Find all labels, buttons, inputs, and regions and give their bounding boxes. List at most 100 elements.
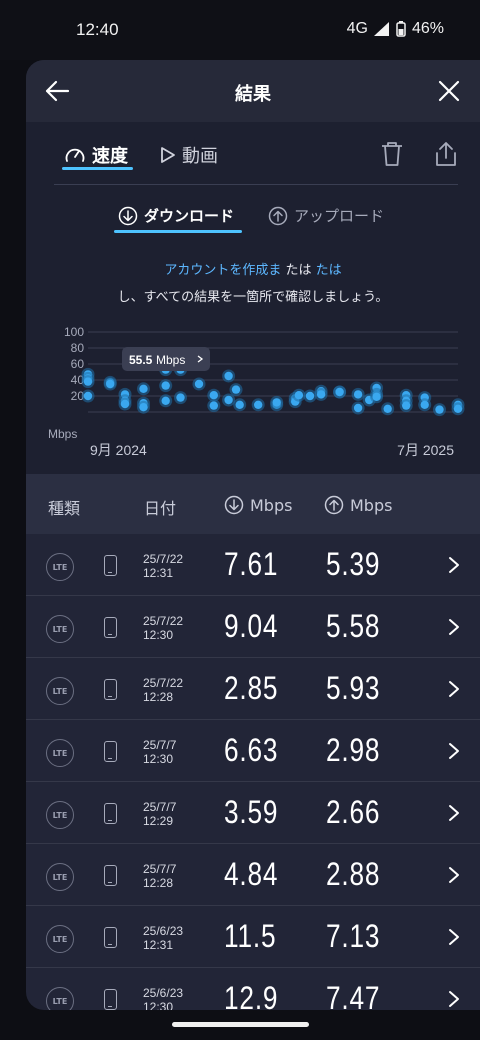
row-upload: 2.98 [326,732,381,768]
row-time: 12:30 [143,752,174,766]
data-point [235,400,244,409]
tooltip-unit: Mbps [156,353,185,367]
lte-badge: LTE [46,739,74,767]
col-type-header: 種類 [48,499,81,518]
speed-scatter-chart: 10080604020Mbps9月 2024 7月 202555.5 Mbps [48,325,465,458]
data-point [420,400,429,409]
results-sheet: 結果 速度 動画 ダウンロード アップロード アカウントを作成ま たは たは し… [26,60,480,1010]
phone-icon [104,555,117,576]
table-row[interactable]: LTE 25/7/22 12:30 9.04 5.58 [26,596,480,658]
data-point [353,390,363,399]
delete-button[interactable] [376,138,408,170]
data-point [106,379,115,389]
network-type: 4G [346,20,368,37]
tab-upload[interactable]: アップロード [268,205,384,226]
status-right: 4G 46% [347,20,444,38]
row-time: 12:28 [143,876,174,890]
data-point [372,392,381,401]
trash-icon [382,142,402,166]
create-account-link[interactable]: アカウントを作成ま [164,263,281,278]
tooltip-value: 55.5 [129,353,153,367]
lte-badge: LTE [46,925,74,953]
data-point [294,391,304,400]
row-datetime: 25/7/7 12:29 [143,800,176,828]
phone-icon [104,865,117,886]
row-download: 12.9 [224,980,279,1010]
speedometer-icon [65,148,85,162]
row-date: 25/7/7 [143,800,177,814]
data-point [161,381,170,390]
chevron-right-icon [449,681,459,697]
row-datetime: 25/7/22 12:30 [143,614,183,642]
chevron-right-icon [449,619,459,635]
data-point [83,391,93,401]
lte-badge: LTE [46,553,74,581]
phone-icon [104,741,117,762]
data-point [272,398,281,407]
row-download: 2.85 [224,670,279,706]
row-time: 12:29 [143,814,174,828]
data-point [209,401,218,410]
row-date: 25/7/22 [143,552,184,566]
y-tick-label: 100 [64,325,84,339]
x-start-label: 9月 2024 [90,442,147,458]
status-bar: 12:40 4G 46% [0,0,480,60]
row-download: 6.63 [224,732,279,768]
row-upload: 5.39 [326,546,381,582]
battery-icon [396,21,406,37]
tab-download-label: ダウンロード [144,207,235,225]
chevron-right-icon [449,991,459,1007]
row-download: 9.04 [224,608,279,644]
row-datetime: 25/7/22 12:28 [143,676,183,704]
row-time: 12:31 [143,566,174,580]
sign-in-link[interactable]: たは [316,263,342,278]
data-point [139,384,148,393]
battery-level: 46% [411,20,444,37]
upload-circle-icon [324,495,344,515]
col-upload-label: Mbps [350,495,393,515]
row-upload: 5.93 [326,670,381,706]
data-point [224,371,233,381]
data-point [453,404,463,413]
row-datetime: 25/7/22 12:31 [143,552,183,580]
table-row[interactable]: LTE 25/7/22 12:28 2.85 5.93 [26,658,480,720]
upload-circle-icon [268,206,288,225]
chevron-right-icon [449,929,459,945]
tab-download[interactable]: ダウンロード [118,205,234,226]
tab-video[interactable]: 動画 [160,142,218,168]
data-point [231,385,241,394]
table-row[interactable]: LTE 25/7/7 12:29 3.59 2.66 [26,782,480,844]
data-point [435,405,444,414]
promo-mid: たは [285,263,312,278]
y-tick-label: 60 [71,357,85,371]
data-point [402,401,411,410]
share-icon [436,142,456,166]
x-end-label: 7月 2025 [397,442,454,458]
row-date: 25/6/23 [143,924,184,938]
row-time: 12:28 [143,690,174,704]
table-row[interactable]: LTE 25/6/23 12:30 12.9 7.47 [26,968,480,1010]
share-button[interactable] [430,138,462,170]
download-circle-icon [118,206,138,225]
close-button[interactable] [432,74,466,108]
row-datetime: 25/6/23 12:30 [143,986,183,1010]
table-row[interactable]: LTE 25/6/23 12:31 11.5 7.13 [26,906,480,968]
tab-speed[interactable]: 速度 [64,142,128,168]
promo-line-2: し、すべての結果を一箇所で確認しましょう。 [117,290,389,305]
lte-badge: LTE [46,863,74,891]
table-row[interactable]: LTE 25/7/22 12:31 7.61 5.39 [26,534,480,596]
chevron-right-icon [449,557,459,573]
row-download: 11.5 [224,918,277,954]
close-icon [438,80,460,102]
table-row[interactable]: LTE 25/7/7 12:28 4.84 2.88 [26,844,480,906]
row-date: 25/7/22 [143,614,184,628]
tab-speed-indicator [62,167,133,170]
row-upload: 5.58 [326,608,381,644]
gesture-nav-bar[interactable] [172,1022,309,1027]
tabs-divider [54,184,458,185]
table-row[interactable]: LTE 25/7/7 12:30 6.63 2.98 [26,720,480,782]
chevron-right-icon [449,805,459,821]
tab-download-indicator [114,230,242,233]
data-point [305,391,315,401]
col-download-header: Mbps [224,495,292,515]
